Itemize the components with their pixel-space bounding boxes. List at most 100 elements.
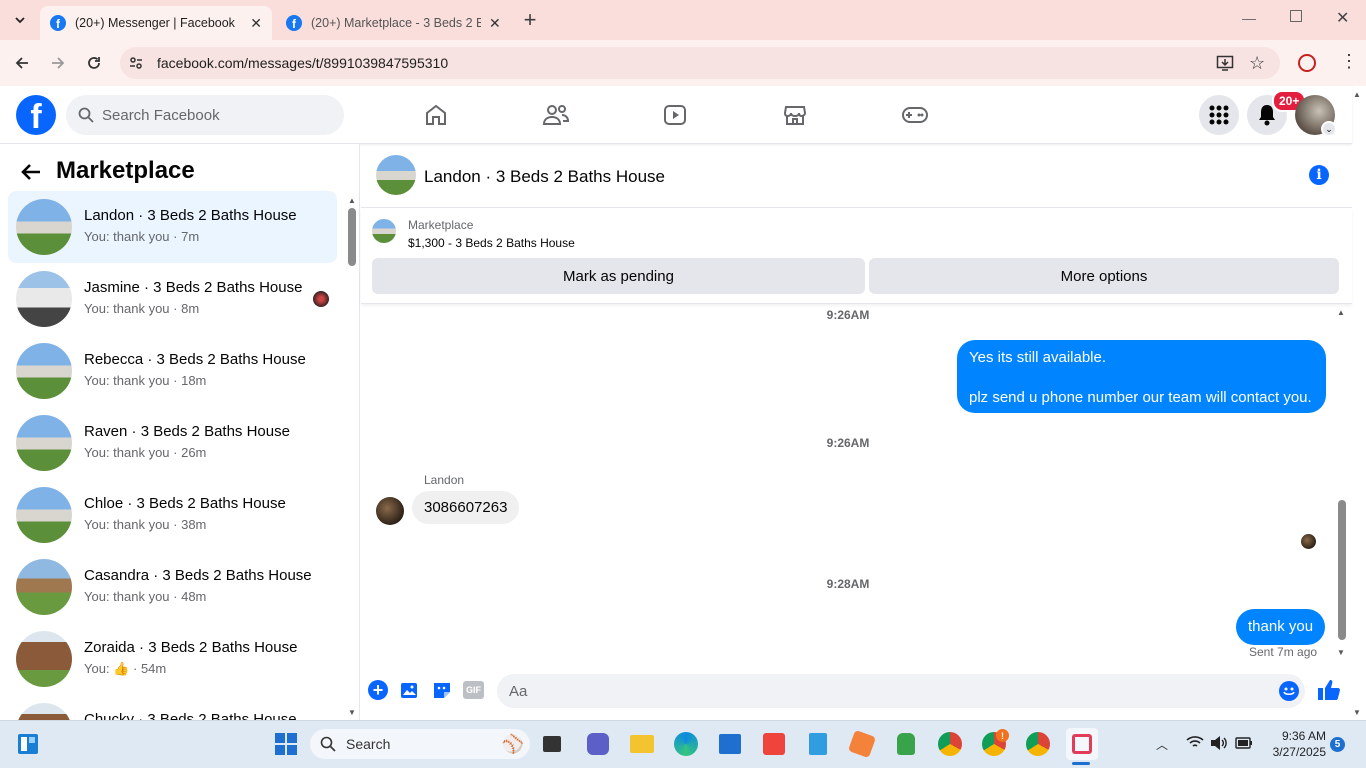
install-app-icon[interactable] [1216, 54, 1234, 72]
conversation-preview: You: 👍 · 54m [84, 661, 166, 677]
scroll-up-arrow[interactable]: ▲ [348, 196, 356, 205]
teams-meet-icon[interactable] [582, 728, 614, 760]
conversation-item[interactable]: Casandra · 3 Beds 2 Baths House You: tha… [8, 551, 337, 623]
forward-button[interactable] [44, 49, 72, 77]
more-options-button[interactable]: More options [869, 258, 1339, 294]
read-receipt-avatar [313, 291, 329, 307]
notepad-icon[interactable] [802, 728, 834, 760]
restore-button[interactable] [1290, 10, 1302, 22]
wifi-icon[interactable] [1186, 735, 1204, 749]
show-hidden-icons-chevron[interactable]: ︿ [1156, 736, 1168, 753]
chrome-profile-2-icon[interactable] [1022, 728, 1054, 760]
sticker-icon[interactable] [432, 680, 452, 700]
new-tab-button[interactable]: + [516, 6, 544, 34]
info-icon[interactable]: i [1309, 165, 1329, 185]
close-window-button[interactable]: ✕ [1336, 8, 1349, 28]
facebook-favicon-icon: f [50, 15, 66, 31]
notification-count-badge[interactable]: 5 [1330, 737, 1345, 752]
conversation-preview: You: thank you · 7m [84, 229, 200, 244]
search-input[interactable]: Search Facebook [66, 95, 344, 135]
chat-avatar[interactable] [376, 155, 416, 195]
facebook-logo[interactable]: f [16, 95, 56, 135]
sender-avatar[interactable] [376, 497, 404, 525]
microsoft-store-icon[interactable] [714, 728, 746, 760]
listing-price-title[interactable]: $1,300 - 3 Beds 2 Baths House [408, 236, 575, 250]
timestamp: 9:26AM [826, 436, 870, 450]
nav-video-icon[interactable] [663, 103, 687, 127]
like-thumbs-up-icon[interactable] [1317, 678, 1341, 702]
sender-name: Landon [424, 473, 465, 487]
url-text[interactable]: facebook.com/messages/t/8991039847595310 [157, 55, 448, 71]
seen-receipt-avatar [1301, 534, 1316, 549]
tab-search-dropdown[interactable] [6, 6, 34, 34]
chat-scrollbar-thumb[interactable] [1338, 500, 1346, 640]
page-scroll-up-arrow[interactable]: ▲ [1353, 90, 1361, 99]
browser-menu-icon[interactable]: ⋮ [1340, 52, 1358, 70]
emoji-icon[interactable] [1279, 681, 1299, 701]
edge-browser-icon[interactable] [670, 728, 702, 760]
listing-thumbnail [16, 631, 72, 687]
conversation-item[interactable]: Rebecca · 3 Beds 2 Baths House You: than… [8, 335, 337, 407]
conversation-item[interactable]: Zoraida · 3 Beds 2 Baths House You: 👍 · … [8, 623, 337, 695]
chrome-icon[interactable] [934, 728, 966, 760]
attach-photo-icon[interactable] [400, 680, 420, 700]
message-line: plz send u phone number our team will co… [969, 389, 1312, 406]
page-scroll-down-arrow[interactable]: ▼ [1353, 708, 1361, 717]
widgets-icon[interactable] [12, 728, 44, 760]
app-orange-icon[interactable] [846, 728, 878, 760]
conversation-item[interactable]: Landon · 3 Beds 2 Baths House You: thank… [8, 191, 337, 263]
tab-messenger[interactable]: f (20+) Messenger | Facebook ✕ [40, 6, 272, 40]
windows-start-icon[interactable] [270, 728, 302, 760]
back-arrow-icon[interactable] [20, 162, 42, 182]
taskbar-search-label: Search [346, 736, 391, 752]
volume-icon[interactable] [1210, 735, 1228, 751]
conversation-item[interactable]: Chucky · 3 Beds 2 Baths House [8, 695, 337, 720]
panel-title: Marketplace [56, 157, 195, 184]
profile-icon[interactable] [1298, 54, 1316, 72]
conversation-item[interactable]: Chloe · 3 Beds 2 Baths House You: thank … [8, 479, 337, 551]
chrome-alert-badge: ! [996, 729, 1009, 742]
account-chevron-icon[interactable]: ⌄ [1321, 121, 1337, 137]
tab-marketplace[interactable]: f (20+) Marketplace - 3 Beds 2 Ba ✕ [276, 6, 512, 40]
password-manager-icon[interactable] [890, 728, 922, 760]
taskbar-search[interactable]: Search ⚾ [310, 729, 530, 759]
clock[interactable]: 9:36 AM 3/27/2025 [1266, 729, 1326, 759]
scroll-up-arrow[interactable]: ▲ [1337, 308, 1345, 317]
incoming-message[interactable]: 3086607263 [412, 491, 520, 524]
conversation-item[interactable]: Raven · 3 Beds 2 Baths House You: thank … [8, 407, 337, 479]
file-explorer-icon[interactable] [626, 728, 658, 760]
outgoing-message[interactable]: thank you [1236, 609, 1326, 645]
bookmark-star-icon[interactable]: ☆ [1249, 53, 1265, 74]
menu-button[interactable] [1199, 95, 1239, 135]
add-actions-icon[interactable]: + [368, 680, 388, 700]
nav-gaming-icon[interactable] [902, 103, 928, 127]
close-tab-icon[interactable]: ✕ [489, 15, 501, 32]
nav-friends-icon[interactable] [543, 103, 569, 127]
search-icon [320, 736, 336, 752]
scroll-down-arrow[interactable]: ▼ [1337, 648, 1345, 657]
clock-date: 3/27/2025 [1272, 745, 1326, 759]
conversation-preview: You: thank you · 26m [84, 445, 207, 460]
task-view-icon[interactable] [536, 728, 568, 760]
outgoing-message[interactable]: Yes its still available. plz send u phon… [957, 340, 1326, 413]
conversation-item[interactable]: Jasmine · 3 Beds 2 Baths House You: than… [8, 263, 337, 335]
nav-marketplace-icon[interactable] [783, 103, 807, 127]
conversation-scrollbar-thumb[interactable] [348, 208, 356, 266]
message-input[interactable]: Aa [497, 674, 1305, 708]
site-info-icon[interactable] [128, 55, 144, 71]
anydesk-icon[interactable] [758, 728, 790, 760]
snipping-tool-icon[interactable] [1066, 728, 1098, 760]
chat-title[interactable]: Landon · 3 Beds 2 Baths House [424, 167, 665, 187]
mark-as-pending-button[interactable]: Mark as pending [372, 258, 865, 294]
battery-icon[interactable] [1235, 737, 1253, 749]
minimize-button[interactable]: — [1242, 10, 1256, 26]
reload-button[interactable] [80, 49, 108, 77]
listing-thumbnail[interactable] [372, 219, 396, 243]
clock-time: 9:36 AM [1281, 729, 1326, 743]
conversation-preview: You: thank you · 8m [84, 301, 200, 316]
nav-home-icon[interactable] [424, 103, 448, 127]
close-tab-icon[interactable]: ✕ [250, 15, 262, 32]
scroll-down-arrow[interactable]: ▼ [348, 708, 356, 717]
back-button[interactable] [8, 49, 36, 77]
gif-icon[interactable]: GIF [463, 681, 484, 699]
